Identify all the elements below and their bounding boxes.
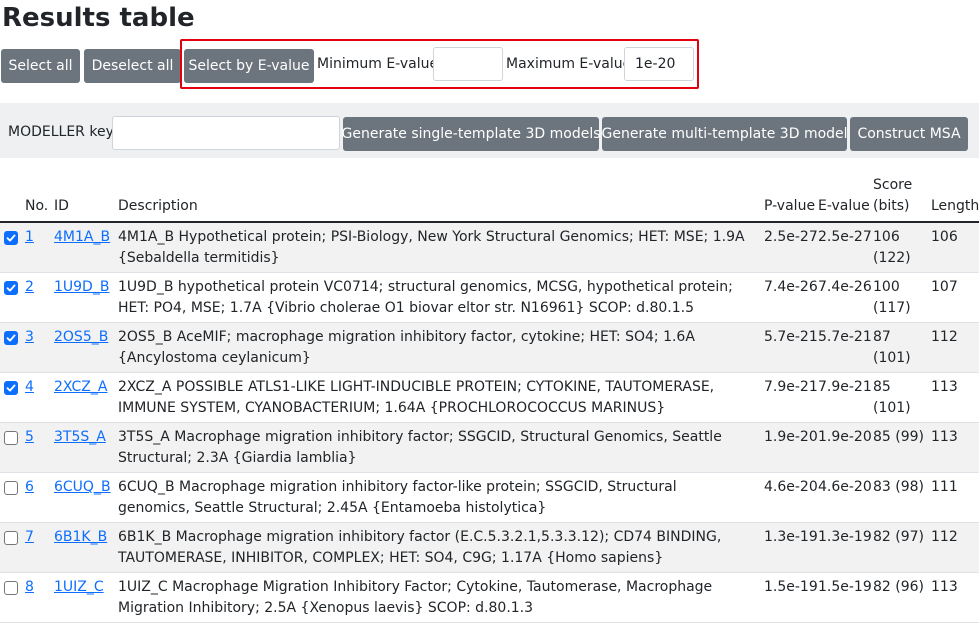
row-length: 113 [931,379,958,395]
row-pvalue: 2.5e-27 [764,229,818,245]
row-length: 107 [931,279,958,295]
row-pvalue: 4.6e-20 [764,479,818,495]
table-row: 7 6B1K_B 6B1K_B Macrophage migration inhib… [0,523,979,573]
row-checkbox[interactable] [4,281,18,295]
row-number-link[interactable]: 6 [25,477,34,498]
row-checkbox[interactable] [4,531,18,545]
row-number-link[interactable]: 4 [25,377,34,398]
row-evalue: 1.9e-20 [818,429,872,445]
row-pvalue: 7.9e-21 [764,379,818,395]
table-row: 2 1U9D_B 1U9D_B hypothetical protein VC071… [0,273,979,323]
row-description: 3T5S_A Macrophage migration inhibitory f… [118,429,722,466]
header-score: Score [873,177,913,193]
header-no: No. [25,198,49,214]
row-description: 6B1K_B Macrophage migration inhibitory f… [118,529,722,566]
header-score-unit: (bits) [873,198,910,214]
row-number-link[interactable]: 8 [25,577,34,598]
construct-msa-button[interactable]: Construct MSA [850,117,968,151]
table-row: 6 6CUQ_B 6CUQ_B Macrophage migration inhib… [0,473,979,523]
row-id-link[interactable]: 4M1A_B [54,227,110,248]
generate-multi-template-button[interactable]: Generate multi-template 3D model [601,117,848,151]
row-id-link[interactable]: 1U9D_B [54,277,109,298]
row-pvalue: 1.9e-20 [764,429,818,445]
row-pvalue: 7.4e-26 [764,279,818,295]
row-description: 2XCZ_A POSSIBLE ATLS1-LIKE LIGHT-INDUCIB… [118,379,715,416]
row-id-link[interactable]: 1UIZ_C [54,577,104,598]
table-row: 3 2OS5_B 2OS5_B AceMIF; macrophage migrati… [0,323,979,373]
row-description: 6CUQ_B Macrophage migration inhibitory f… [118,479,677,516]
row-checkbox[interactable] [4,481,18,495]
row-id-link[interactable]: 6CUQ_B [54,477,111,498]
row-id-link[interactable]: 6B1K_B [54,527,107,548]
select-all-button[interactable]: Select all [1,49,80,83]
header-length: Length [931,198,979,214]
max-evalue-input[interactable] [624,47,694,81]
row-description: 2OS5_B AceMIF; macrophage migration inhi… [118,329,695,366]
row-id-link[interactable]: 2OS5_B [54,327,108,348]
row-id-link[interactable]: 2XCZ_A [54,377,107,398]
min-evalue-input[interactable] [433,47,503,81]
row-length: 113 [931,429,958,445]
generate-single-template-button[interactable]: Generate single-template 3D models [342,117,601,151]
row-description: 4M1A_B Hypothetical protein; PSI-Biology… [118,229,745,266]
row-score: 106 (122) [873,229,911,266]
row-checkbox[interactable] [4,331,18,345]
table-row: 5 3T5S_A 3T5S_A Macrophage migration inhib… [0,423,979,473]
table-row: 8 1UIZ_C 1UIZ_C Macrophage Migration Inhib… [0,573,979,623]
row-number-link[interactable]: 2 [25,277,34,298]
row-length: 106 [931,229,958,245]
row-evalue: 7.4e-26 [818,279,872,295]
row-evalue: 1.5e-19 [818,579,872,595]
row-number-link[interactable]: 5 [25,427,34,448]
row-length: 111 [931,479,958,495]
modeller-key-label: MODELLER key: [8,124,118,140]
row-score: 100 (117) [873,279,911,316]
min-evalue-label: Minimum E-value: [317,56,443,72]
row-score: 82 (97) [873,529,925,545]
row-pvalue: 5.7e-21 [764,329,818,345]
deselect-all-button[interactable]: Deselect all [84,49,181,83]
row-checkbox[interactable] [4,581,18,595]
row-score: 85 (99) [873,429,925,445]
header-id: ID [54,198,69,214]
row-checkbox[interactable] [4,381,18,395]
row-description: 1UIZ_C Macrophage Migration Inhibitory F… [118,579,713,616]
row-number-link[interactable]: 7 [25,527,34,548]
row-evalue: 4.6e-20 [818,479,872,495]
row-pvalue: 1.3e-19 [764,529,818,545]
row-length: 113 [931,579,958,595]
row-id-link[interactable]: 3T5S_A [54,427,106,448]
row-evalue: 7.9e-21 [818,379,872,395]
header-pvalue: P-value [764,198,816,214]
row-score: 85 (101) [873,379,911,416]
row-description: 1U9D_B hypothetical protein VC0714; stru… [118,279,733,316]
row-score: 87 (101) [873,329,911,366]
row-number-link[interactable]: 1 [25,227,34,248]
row-pvalue: 1.5e-19 [764,579,818,595]
table-row: 1 4M1A_B 4M1A_B Hypothetical protein; PSI-… [0,223,979,273]
row-length: 112 [931,329,958,345]
row-score: 82 (96) [873,579,925,595]
header-description: Description [118,198,198,214]
row-number-link[interactable]: 3 [25,327,34,348]
row-evalue: 1.3e-19 [818,529,872,545]
modeller-key-input[interactable] [112,116,340,150]
row-checkbox[interactable] [4,431,18,445]
row-length: 112 [931,529,958,545]
row-checkbox[interactable] [4,231,18,245]
row-evalue: 5.7e-21 [818,329,872,345]
table-row: 4 2XCZ_A 2XCZ_A POSSIBLE ATLS1-LIKE LIGHT-… [0,373,979,423]
select-by-evalue-button[interactable]: Select by E-value [184,49,314,83]
page-title: Results table [2,3,195,33]
max-evalue-label: Maximum E-value: [506,56,636,72]
row-score: 83 (98) [873,479,925,495]
row-evalue: 2.5e-27 [818,229,872,245]
header-evalue: E-value [818,198,870,214]
